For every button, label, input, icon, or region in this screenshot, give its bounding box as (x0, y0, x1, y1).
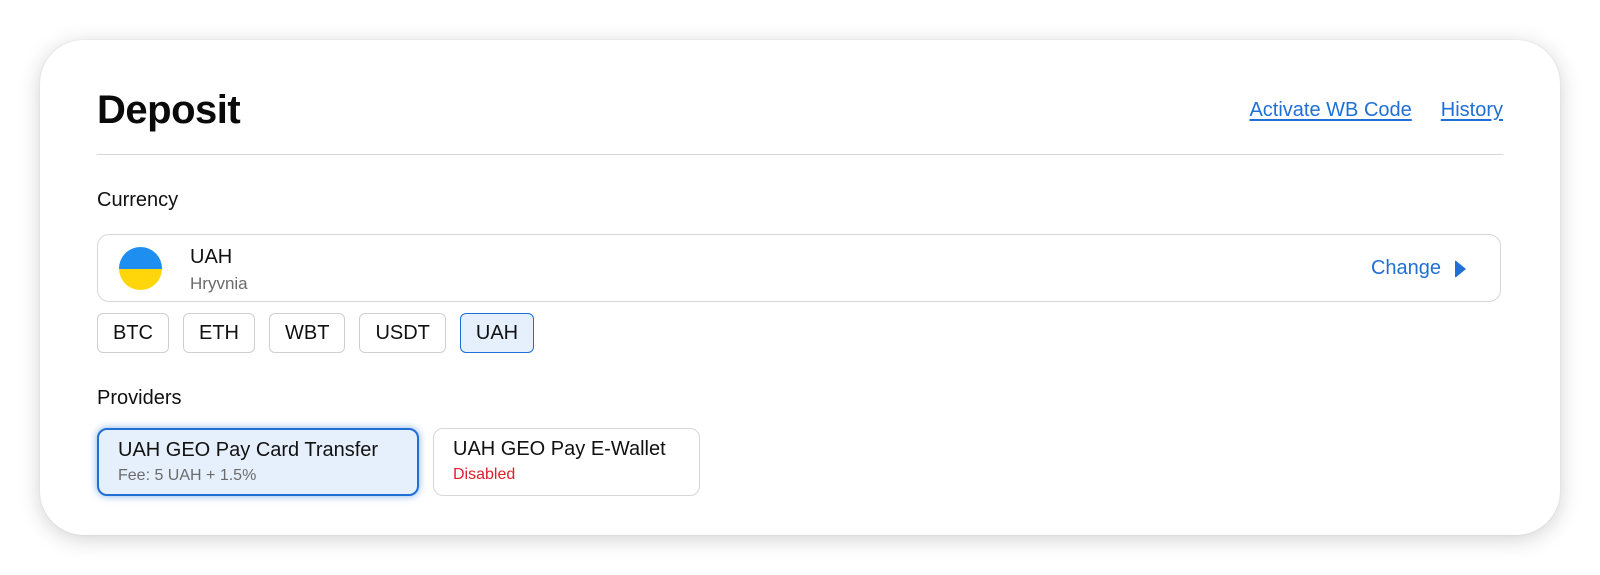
play-arrow-icon (1455, 259, 1466, 278)
deposit-card: Deposit Activate WB Code History Currenc… (40, 40, 1560, 535)
header-links: Activate WB Code History (1249, 99, 1503, 122)
currency-chip-btc[interactable]: BTC (97, 313, 169, 353)
currency-chip-uah[interactable]: UAH (459, 313, 535, 353)
provider-fee: Fee: 5 UAH + 1.5% (118, 467, 257, 484)
provider-status: Disabled (453, 466, 516, 483)
provider-e-wallet[interactable]: UAH GEO Pay E-Wallet Disabled (433, 428, 700, 496)
provider-name: UAH GEO Pay Card Transfer (118, 439, 379, 461)
currency-chip-eth[interactable]: ETH (183, 313, 255, 353)
currency-selector[interactable]: UAH Hryvnia Change (97, 234, 1501, 302)
deposit-header: Deposit Activate WB Code History (97, 82, 1503, 155)
providers-list: UAH GEO Pay Card Transfer Fee: 5 UAH + 1… (97, 428, 700, 496)
provider-card-transfer[interactable]: UAH GEO Pay Card Transfer Fee: 5 UAH + 1… (97, 428, 419, 496)
history-link[interactable]: History (1441, 99, 1503, 122)
selected-currency-code: UAH (190, 246, 233, 268)
providers-section-label: Providers (97, 387, 182, 409)
provider-name: UAH GEO Pay E-Wallet (453, 438, 666, 460)
deposit-content: Deposit Activate WB Code History Currenc… (97, 40, 1503, 535)
change-currency-button[interactable]: Change (1371, 257, 1466, 280)
page-title: Deposit (97, 88, 241, 132)
currency-chip-wbt[interactable]: WBT (269, 313, 346, 353)
ukraine-flag-icon (119, 247, 162, 290)
activate-wb-code-link[interactable]: Activate WB Code (1249, 99, 1411, 122)
change-button-label: Change (1370, 257, 1441, 279)
currency-chip-usdt[interactable]: USDT (359, 313, 446, 353)
currency-chips: BTC ETH WBT USDT UAH (97, 313, 535, 353)
currency-section-label: Currency (97, 189, 179, 211)
selected-currency-name: Hryvnia (190, 274, 248, 293)
